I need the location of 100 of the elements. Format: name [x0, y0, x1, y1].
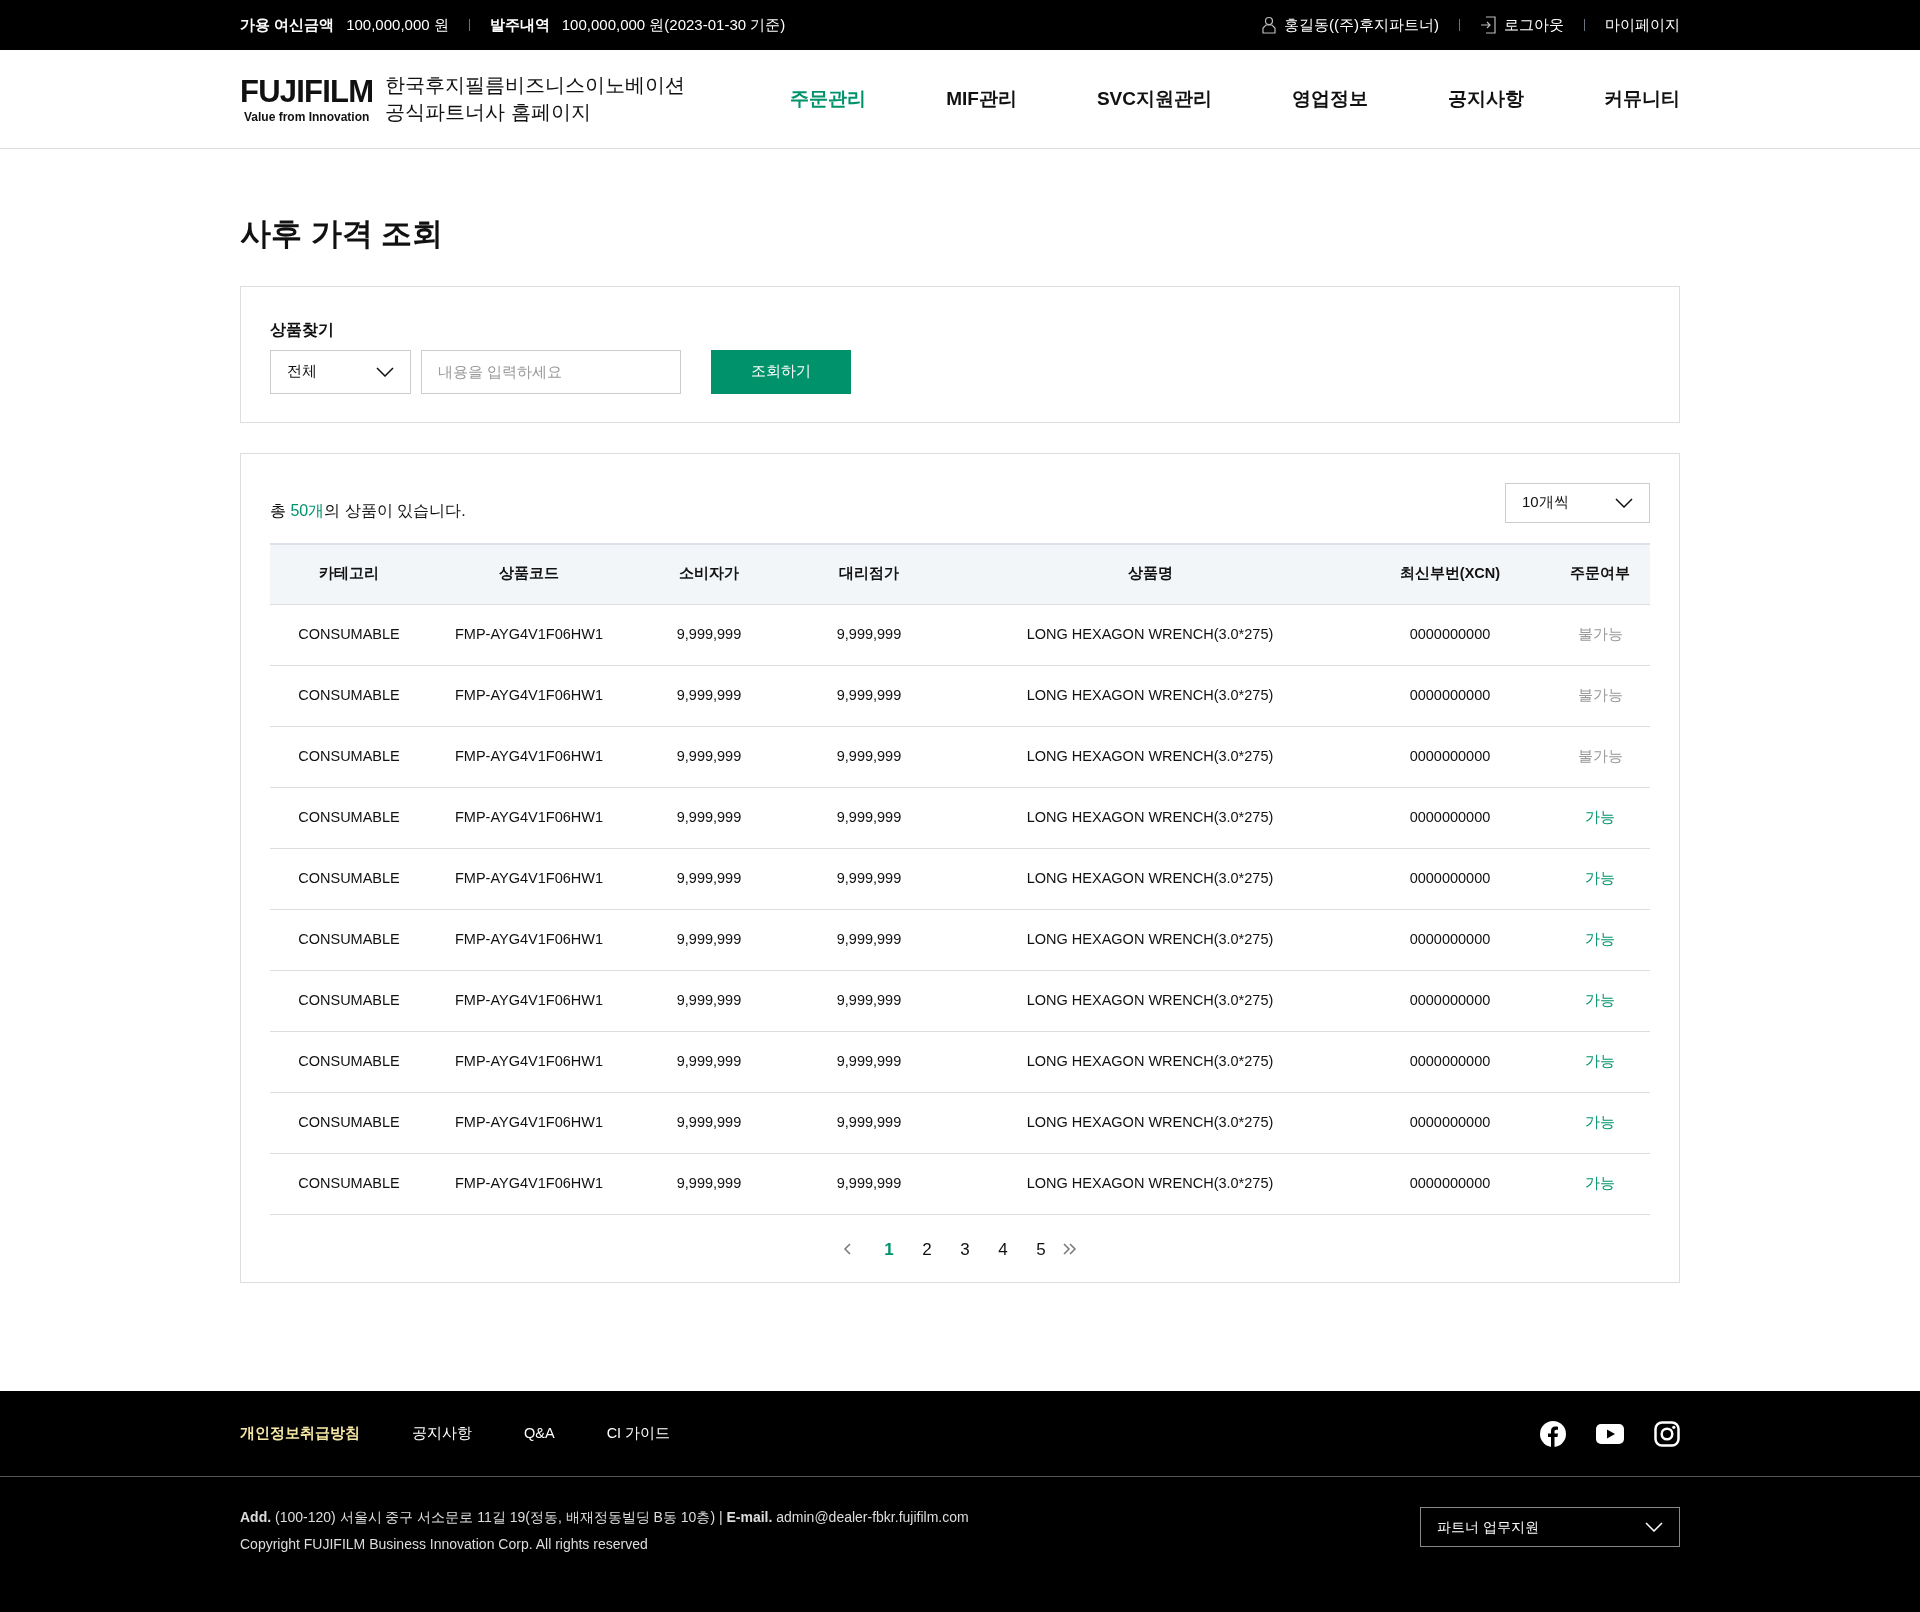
- page-link[interactable]: 4: [995, 1236, 1011, 1262]
- chevron-down-icon: [1645, 1522, 1663, 1532]
- order-value: 100,000,000 원(2023-01-30 기준): [561, 14, 786, 35]
- table-cell: 0000000000: [1350, 1031, 1550, 1093]
- table-cell: 9,999,999: [630, 1031, 788, 1093]
- table-cell: 0000000000: [1350, 1153, 1550, 1215]
- table-cell: FMP-AYG4V1F06HW1: [428, 970, 630, 1032]
- table-cell: 9,999,999: [788, 665, 950, 727]
- order-status: 가능: [1550, 1153, 1650, 1215]
- order-status: 불가능: [1550, 604, 1650, 666]
- order-status: 가능: [1550, 1031, 1650, 1093]
- table-cell: 0000000000: [1350, 665, 1550, 727]
- chevron-left-icon: [843, 1243, 851, 1256]
- table-cell: 0000000000: [1350, 726, 1550, 788]
- column-header: 상품코드: [428, 543, 630, 605]
- footer-link[interactable]: CI 가이드: [606, 1422, 671, 1445]
- site-title: 공식파트너사 홈페이지: [385, 100, 592, 125]
- user-name: 홍길동((주)후지파트너): [1284, 14, 1439, 35]
- nav-item[interactable]: MIF관리: [946, 84, 1017, 114]
- order-label: 발주내역: [489, 14, 550, 35]
- table-cell: FMP-AYG4V1F06HW1: [428, 909, 630, 971]
- table-cell: CONSUMABLE: [270, 848, 428, 910]
- table-cell: LONG HEXAGON WRENCH(3.0*275): [950, 1153, 1350, 1215]
- table-cell: FMP-AYG4V1F06HW1: [428, 1153, 630, 1215]
- table-cell: 9,999,999: [788, 1092, 950, 1154]
- footer-address: Add. (100-120) 서울시 중구 서소문로 11길 19(정동, 배재정동빌딩 B동 10층) | E-mail. admin@dealer-fbkr.fujifilm.com: [240, 1508, 969, 1527]
- table-cell: LONG HEXAGON WRENCH(3.0*275): [950, 726, 1350, 788]
- table-cell: 9,999,999: [788, 1031, 950, 1093]
- nav-item[interactable]: 주문관리: [790, 84, 867, 114]
- column-header: 상품명: [950, 543, 1350, 605]
- table-cell: LONG HEXAGON WRENCH(3.0*275): [950, 787, 1350, 849]
- column-header: 주문여부: [1550, 543, 1650, 605]
- chevron-down-icon: [1615, 497, 1633, 508]
- user-icon: [1262, 16, 1276, 34]
- nav-item[interactable]: 공지사항: [1448, 84, 1524, 114]
- mypage-link[interactable]: 마이페이지: [1605, 13, 1680, 37]
- table-cell: 0000000000: [1350, 909, 1550, 971]
- chevron-down-icon: [376, 366, 394, 377]
- order-status: 가능: [1550, 1092, 1650, 1154]
- category-dropdown[interactable]: 전체: [270, 349, 411, 394]
- order-status: 불가능: [1550, 665, 1650, 727]
- footer-link[interactable]: 개인정보취급방침: [240, 1422, 360, 1445]
- table-cell: CONSUMABLE: [270, 787, 428, 849]
- table-cell: 9,999,999: [630, 1153, 788, 1215]
- table-cell: 9,999,999: [788, 604, 950, 666]
- table-cell: CONSUMABLE: [270, 1153, 428, 1215]
- column-header: 최신부번(XCN): [1350, 543, 1550, 605]
- page-link[interactable]: 3: [957, 1236, 973, 1262]
- search-button[interactable]: 조회하기: [711, 349, 851, 394]
- table-cell: 9,999,999: [788, 848, 950, 910]
- order-status: 가능: [1550, 909, 1650, 971]
- order-status: 가능: [1550, 970, 1650, 1032]
- result-count: 총 50개의 상품이 있습니다.: [270, 500, 466, 521]
- table-cell: LONG HEXAGON WRENCH(3.0*275): [950, 848, 1350, 910]
- table-cell: 0000000000: [1350, 604, 1550, 666]
- table-cell: CONSUMABLE: [270, 970, 428, 1032]
- nav-item[interactable]: SVC지원관리: [1096, 84, 1212, 114]
- order-status: 불가능: [1550, 726, 1650, 788]
- nav-item[interactable]: 커뮤니티: [1604, 84, 1680, 114]
- instagram-icon[interactable]: [1654, 1420, 1680, 1447]
- table-cell: CONSUMABLE: [270, 604, 428, 666]
- logout-link[interactable]: 로그아웃: [1480, 13, 1564, 37]
- credit-value: 100,000,000 원: [346, 14, 449, 35]
- site-title: 한국후지필름비즈니스이노베이션: [385, 73, 686, 98]
- table-cell: 9,999,999: [630, 604, 788, 666]
- facebook-icon[interactable]: [1540, 1420, 1566, 1447]
- table-cell: 9,999,999: [630, 787, 788, 849]
- column-header: 카테고리: [270, 543, 428, 605]
- table-cell: FMP-AYG4V1F06HW1: [428, 726, 630, 788]
- table-cell: 9,999,999: [788, 909, 950, 971]
- table-cell: 0000000000: [1350, 1092, 1550, 1154]
- table-cell: 0000000000: [1350, 970, 1550, 1032]
- table-cell: 9,999,999: [630, 665, 788, 727]
- table-cell: 9,999,999: [630, 1092, 788, 1154]
- partner-support-dropdown[interactable]: 파트너 업무지원: [1420, 1507, 1680, 1547]
- table-cell: 9,999,999: [630, 970, 788, 1032]
- table-cell: LONG HEXAGON WRENCH(3.0*275): [950, 1092, 1350, 1154]
- page-title: 사후 가격 조회: [240, 215, 445, 253]
- column-header: 소비자가: [630, 543, 788, 605]
- table-cell: 9,999,999: [788, 726, 950, 788]
- page-link[interactable]: 1: [881, 1236, 897, 1262]
- table-cell: LONG HEXAGON WRENCH(3.0*275): [950, 909, 1350, 971]
- youtube-icon[interactable]: [1596, 1423, 1624, 1444]
- page-link[interactable]: 2: [919, 1236, 935, 1262]
- page-size-dropdown[interactable]: 10개씩: [1505, 482, 1650, 523]
- table-cell: LONG HEXAGON WRENCH(3.0*275): [950, 665, 1350, 727]
- search-input[interactable]: 내용을 입력하세요: [421, 349, 681, 394]
- footer-link[interactable]: Q&A: [524, 1422, 555, 1445]
- table-cell: 9,999,999: [788, 970, 950, 1032]
- fujifilm-logo[interactable]: FUJIFILM Value from Innovation: [240, 75, 374, 123]
- table-cell: LONG HEXAGON WRENCH(3.0*275): [950, 1031, 1350, 1093]
- table-cell: 9,999,999: [788, 1153, 950, 1215]
- table-cell: FMP-AYG4V1F06HW1: [428, 1092, 630, 1154]
- table-cell: FMP-AYG4V1F06HW1: [428, 1031, 630, 1093]
- nav-item[interactable]: 영업정보: [1292, 84, 1368, 114]
- search-label: 상품찾기: [270, 319, 335, 340]
- table-cell: 9,999,999: [630, 848, 788, 910]
- page-link[interactable]: 5: [1033, 1236, 1049, 1262]
- table-cell: 0000000000: [1350, 848, 1550, 910]
- footer-link[interactable]: 공지사항: [412, 1422, 472, 1445]
